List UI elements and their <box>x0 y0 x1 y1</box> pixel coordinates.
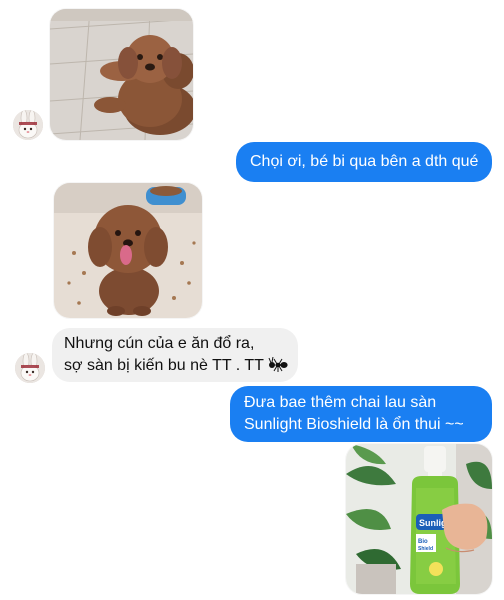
contact-avatar[interactable] <box>15 353 45 383</box>
outgoing-message[interactable]: Chọi ơi, bé bi qua bên a dth qué <box>236 142 492 182</box>
bunny-avatar-icon <box>15 353 45 383</box>
poodle-sitting-photo[interactable] <box>54 183 202 318</box>
poodle-lying-photo[interactable] <box>50 9 193 140</box>
message-text-line-2: Sunlight Bioshield là ổn thui ~~ <box>244 416 464 433</box>
message-text-line-2: sợ sàn bị kiến bu nè TT . TT <box>64 357 264 374</box>
message-text: Chọi ơi, bé bi qua bên a dth qué <box>250 153 479 170</box>
message-text-line-1: Đưa bae thêm chai lau sàn <box>244 394 437 411</box>
contact-avatar[interactable] <box>13 110 43 140</box>
message-text-line-1: Nhưng cún của e ăn đổ ra, <box>64 335 255 352</box>
outgoing-message[interactable]: Đưa bae thêm chai lau sàn Sunlight Biosh… <box>230 386 492 442</box>
chat-thread: Chọi ơi, bé bi qua bên a dth qué Nhưng c… <box>0 0 504 600</box>
ant-icon <box>268 357 288 372</box>
bunny-avatar-icon <box>13 110 43 140</box>
message-text-line-2-wrap: sợ sàn bị kiến bu nè TT . TT <box>64 355 288 377</box>
bottle-label-line1: Bio <box>418 539 428 545</box>
sunlight-bottle-photo[interactable]: Sunlight Bio Shield <box>346 444 492 594</box>
incoming-message[interactable]: Nhưng cún của e ăn đổ ra, sợ sàn bị kiến… <box>52 328 298 382</box>
bottle-label-line2: Shield <box>418 546 433 552</box>
